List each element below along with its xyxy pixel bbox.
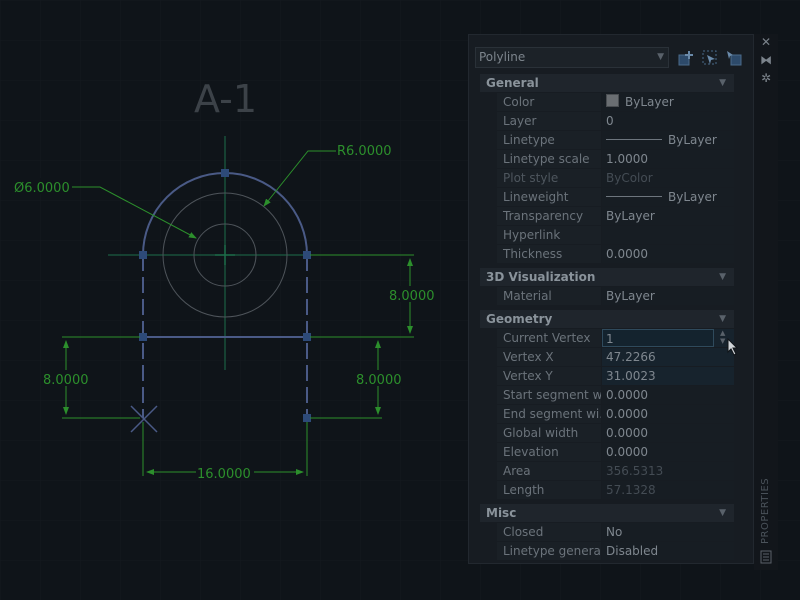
dimension-right-lower-height: 8.0000 <box>356 373 402 388</box>
property-row-closed[interactable]: Closed No <box>497 523 734 542</box>
toggle-pickadd-icon[interactable] <box>677 49 695 67</box>
linetype-sample <box>606 139 662 140</box>
dimension-left-lower-height: 8.0000 <box>43 373 89 388</box>
property-row-start-segment-width[interactable]: Start segment w... 0.0000 <box>497 386 734 405</box>
property-row-linetype-generation[interactable]: Linetype genera... Disabled <box>497 542 734 561</box>
object-type-value: Polyline <box>479 50 526 64</box>
settings-icon[interactable]: ✲ <box>760 72 772 84</box>
property-row-linetype-scale[interactable]: Linetype scale 1.0000 <box>497 150 734 169</box>
property-row-linetype[interactable]: Linetype ByLayer <box>497 131 734 150</box>
close-icon[interactable]: ✕ <box>760 36 772 48</box>
dimension-radius: R6.0000 <box>337 144 392 159</box>
property-row-global-width[interactable]: Global width 0.0000 <box>497 424 734 443</box>
section-general[interactable]: General ▼ <box>480 74 734 92</box>
collapse-icon[interactable]: ▼ <box>719 504 726 522</box>
property-row-plot-style[interactable]: Plot style ByColor <box>497 169 734 188</box>
property-row-vertex-x[interactable]: Vertex X 47.2266 <box>497 348 734 367</box>
property-row-current-vertex[interactable]: Current Vertex 1 ▲ ▼ <box>497 329 734 348</box>
property-row-thickness[interactable]: Thickness 0.0000 <box>497 245 734 264</box>
dimension-diameter: Ø6.0000 <box>14 181 70 196</box>
collapse-icon[interactable]: ▼ <box>719 74 726 92</box>
current-vertex-input[interactable]: 1 <box>602 329 714 347</box>
drawing-title: A-1 <box>194 77 257 121</box>
quick-select-icon[interactable] <box>725 49 743 67</box>
property-row-elevation[interactable]: Elevation 0.0000 <box>497 443 734 462</box>
property-row-vertex-y[interactable]: Vertex Y 31.0023 <box>497 367 734 386</box>
property-row-length[interactable]: Length 57.1328 <box>497 481 734 500</box>
section-misc[interactable]: Misc ▼ <box>480 504 734 522</box>
property-row-area[interactable]: Area 356.5313 <box>497 462 734 481</box>
property-row-transparency[interactable]: Transparency ByLayer <box>497 207 734 226</box>
palette-menu-icon[interactable] <box>760 550 772 564</box>
mouse-cursor-icon <box>727 338 739 356</box>
property-row-layer[interactable]: Layer 0 <box>497 112 734 131</box>
property-row-lineweight[interactable]: Lineweight ByLayer <box>497 188 734 207</box>
collapse-icon[interactable]: ▼ <box>719 268 726 286</box>
select-objects-icon[interactable] <box>701 49 719 67</box>
dimension-bottom-width: 16.0000 <box>197 467 251 482</box>
property-row-color[interactable]: Color ByLayer <box>497 93 734 112</box>
property-row-material[interactable]: Material ByLayer <box>497 287 734 306</box>
lineweight-sample <box>606 196 662 197</box>
property-row-hyperlink[interactable]: Hyperlink <box>497 226 734 245</box>
chevron-down-icon: ▼ <box>657 52 664 62</box>
dimension-right-height: 8.0000 <box>389 289 435 304</box>
section-geometry[interactable]: Geometry ▼ <box>480 310 734 328</box>
section-3d-visualization[interactable]: 3D Visualization ▼ <box>480 268 734 286</box>
color-swatch-icon <box>606 94 619 107</box>
autohide-icon[interactable]: ⧓ <box>760 54 772 66</box>
property-row-end-segment-width[interactable]: End segment wi... 0.0000 <box>497 405 734 424</box>
collapse-icon[interactable]: ▼ <box>719 310 726 328</box>
palette-title: PROPERTIES <box>760 477 771 544</box>
object-type-dropdown[interactable]: Polyline ▼ <box>475 47 669 68</box>
